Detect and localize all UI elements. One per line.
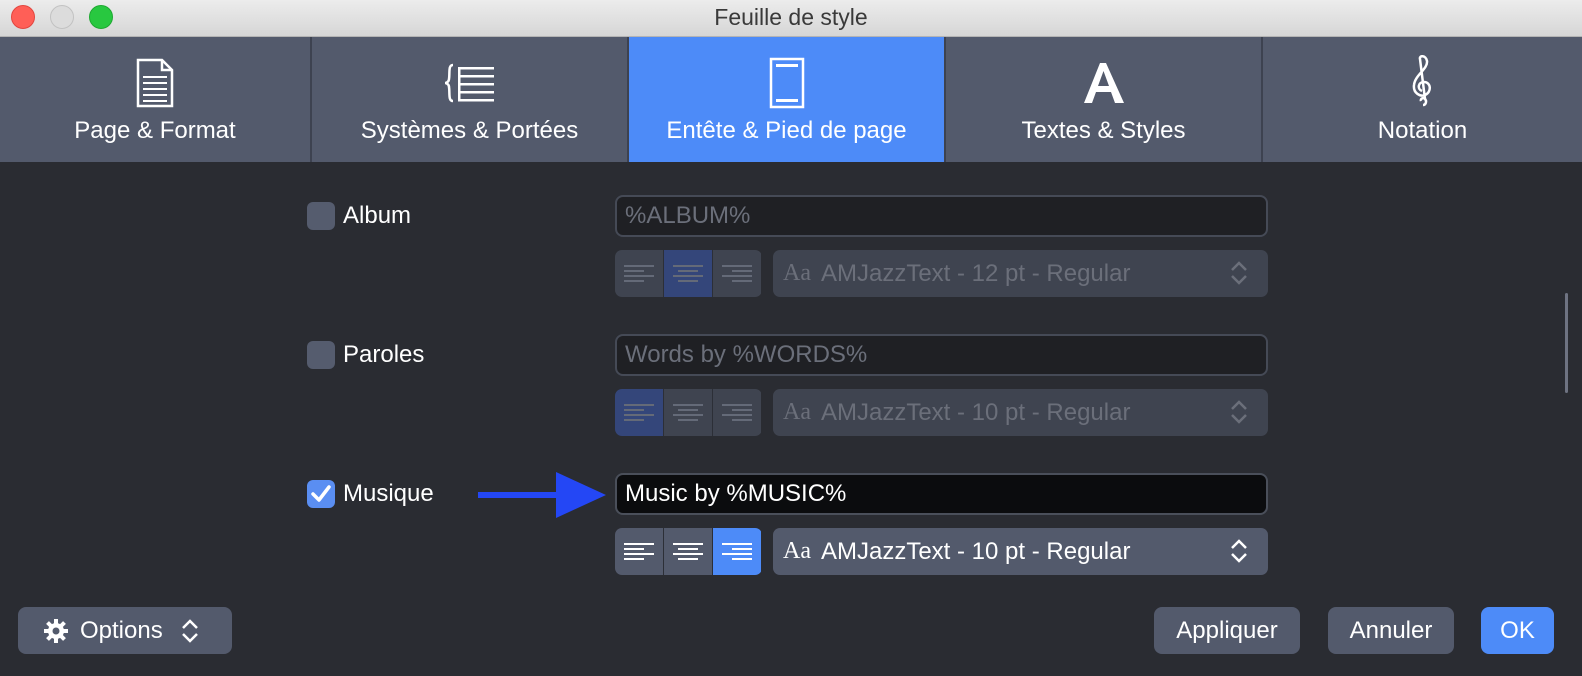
album-label: Album xyxy=(343,202,412,229)
updown-chevron-icon xyxy=(1231,400,1247,424)
album-checkbox-row: Album xyxy=(307,202,411,230)
systems-icon xyxy=(312,57,627,109)
treble-clef-icon xyxy=(1263,55,1582,109)
tab-systems-staves[interactable]: Systèmes & Portées xyxy=(312,37,629,162)
album-checkbox[interactable] xyxy=(307,202,335,230)
musique-alignment-group xyxy=(615,528,762,575)
ok-button[interactable]: OK xyxy=(1481,607,1554,654)
apply-button[interactable]: Appliquer xyxy=(1154,607,1300,654)
scrollbar[interactable] xyxy=(1565,293,1568,393)
musique-text-field[interactable]: Music by %MUSIC% xyxy=(615,473,1268,515)
tab-label: Page & Format xyxy=(74,117,236,144)
tab-texts-styles[interactable]: Textes & Styles xyxy=(946,37,1263,162)
align-left-button[interactable] xyxy=(615,389,664,436)
tab-label: Notation xyxy=(1377,117,1468,144)
align-right-button[interactable] xyxy=(713,528,761,575)
album-alignment-group xyxy=(615,250,762,297)
tab-label: Systèmes & Portées xyxy=(360,117,579,144)
tab-page-format[interactable]: Page & Format xyxy=(0,37,312,162)
tab-bar: Page & Format Systèmes & Portées Entête … xyxy=(0,37,1582,162)
align-right-icon xyxy=(722,542,752,560)
paroles-alignment-group xyxy=(615,389,762,436)
align-right-button[interactable] xyxy=(713,250,761,297)
updown-chevron-icon xyxy=(1231,261,1247,285)
font-select-value: AMJazzText - 12 pt - Regular xyxy=(820,259,1131,287)
align-center-button[interactable] xyxy=(664,528,713,575)
window-title: Feuille de style xyxy=(714,4,868,30)
arrow-annotation-icon xyxy=(478,472,606,518)
align-center-icon xyxy=(673,542,703,560)
align-center-button[interactable] xyxy=(664,250,713,297)
header-footer-icon xyxy=(629,57,944,109)
font-select-value: AMJazzText - 10 pt - Regular xyxy=(820,398,1131,426)
options-button[interactable]: Options xyxy=(18,607,232,654)
checkmark-icon xyxy=(311,485,331,502)
paroles-checkbox-row: Paroles xyxy=(307,341,424,369)
gear-icon xyxy=(44,618,68,643)
musique-checkbox-row: Musique xyxy=(307,480,434,508)
align-left-button[interactable] xyxy=(615,528,664,575)
align-left-icon xyxy=(624,542,654,560)
align-center-icon xyxy=(673,264,703,282)
font-aa-icon: Aa xyxy=(783,260,811,286)
tab-header-footer[interactable]: Entête & Pied de page xyxy=(629,37,946,162)
font-aa-icon: Aa xyxy=(783,399,811,425)
align-right-icon xyxy=(722,264,752,282)
album-font-select[interactable]: Aa AMJazzText - 12 pt - Regular xyxy=(773,250,1268,297)
align-left-button[interactable] xyxy=(615,250,664,297)
align-center-button[interactable] xyxy=(664,389,713,436)
align-right-button[interactable] xyxy=(713,389,761,436)
updown-chevron-icon xyxy=(1231,539,1247,563)
options-label: Options xyxy=(80,616,163,644)
font-select-value: AMJazzText - 10 pt - Regular xyxy=(820,537,1131,565)
page-icon xyxy=(0,57,310,109)
title-bar: Feuille de style xyxy=(0,0,1582,37)
paroles-text-field[interactable]: Words by %WORDS% xyxy=(615,334,1268,376)
align-left-icon xyxy=(624,403,654,421)
paroles-label: Paroles xyxy=(343,341,425,368)
align-left-icon xyxy=(624,264,654,282)
font-aa-icon: Aa xyxy=(783,538,811,564)
paroles-checkbox[interactable] xyxy=(307,341,335,369)
updown-chevron-icon xyxy=(181,618,198,643)
musique-checkbox[interactable] xyxy=(307,480,335,508)
tab-label: Entête & Pied de page xyxy=(666,117,907,144)
tab-label: Textes & Styles xyxy=(1021,117,1186,144)
album-text-field[interactable]: %ALBUM% xyxy=(615,195,1268,237)
paroles-font-select[interactable]: Aa AMJazzText - 10 pt - Regular xyxy=(773,389,1268,436)
cancel-button[interactable]: Annuler xyxy=(1328,607,1454,654)
align-center-icon xyxy=(673,403,703,421)
align-right-icon xyxy=(722,403,752,421)
musique-font-select[interactable]: Aa AMJazzText - 10 pt - Regular xyxy=(773,528,1268,575)
text-style-icon xyxy=(946,57,1261,109)
tab-notation[interactable]: Notation xyxy=(1263,37,1582,162)
musique-label: Musique xyxy=(343,480,434,507)
